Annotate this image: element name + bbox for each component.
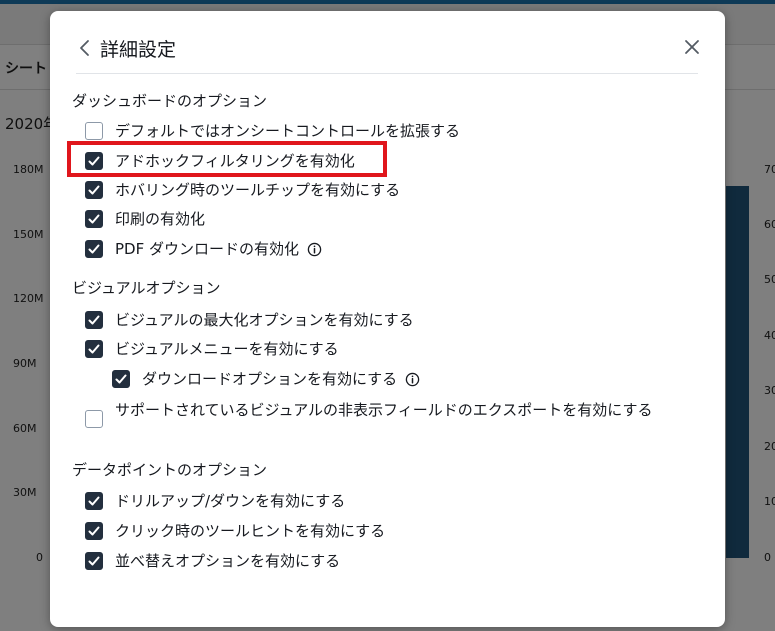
left-axis-tick: 150M <box>13 228 44 241</box>
option-enable-drill-up-down[interactable]: ドリルアップ/ダウンを有効にする <box>85 491 345 513</box>
option-enable-sort-options[interactable]: 並べ替えオプションを有効にする <box>85 551 340 573</box>
check-icon <box>88 185 100 195</box>
check-icon <box>88 244 100 254</box>
option-enable-hidden-field-export[interactable]: サポートされているビジュアルの非表示フィールドのエクスポートを有効にする <box>85 399 675 445</box>
right-axis-tick: 40 <box>764 329 775 342</box>
checkbox[interactable] <box>85 552 103 570</box>
right-axis-tick: 50 <box>764 273 775 286</box>
option-enable-visual-maximize[interactable]: ビジュアルの最大化オプションを有効にする <box>85 310 414 332</box>
chevron-left-icon <box>80 40 89 56</box>
option-label: 並べ替えオプションを有効にする <box>115 552 341 570</box>
option-label: 印刷の有効化 <box>115 210 206 228</box>
back-button[interactable] <box>76 35 96 61</box>
left-axis-tick: 30M <box>13 486 37 499</box>
option-label: アドホックフィルタリングを有効化 <box>115 152 355 170</box>
close-icon <box>685 40 699 54</box>
option-label: ダウンロードオプションを有効にする <box>142 370 398 388</box>
sheet-tab-label: シート <box>5 61 47 77</box>
close-button[interactable] <box>682 37 702 57</box>
left-axis-tick: 60M <box>13 422 37 435</box>
checkbox[interactable] <box>85 181 103 199</box>
checkbox[interactable] <box>85 210 103 228</box>
option-label: クリック時のツールヒントを有効にする <box>115 522 386 540</box>
right-axis-tick: 60 <box>764 218 775 231</box>
option-enable-hover-tooltips[interactable]: ホバリング時のツールチップを有効にする <box>85 180 400 202</box>
check-icon <box>88 556 100 566</box>
option-expand-on-sheet-controls[interactable]: デフォルトではオンシートコントロールを拡張する <box>85 121 460 143</box>
option-label: サポートされているビジュアルの非表示フィールドのエクスポートを有効にする <box>115 401 653 419</box>
left-axis-tick: 90M <box>13 357 37 370</box>
option-enable-click-tooltips[interactable]: クリック時のツールヒントを有効にする <box>85 521 385 543</box>
check-icon <box>88 526 100 536</box>
option-label: ドリルアップ/ダウンを有効にする <box>115 492 346 510</box>
option-label: デフォルトではオンシートコントロールを拡張する <box>115 122 461 140</box>
option-enable-pdf-download[interactable]: PDF ダウンロードの有効化 <box>85 239 322 261</box>
right-axis-tick: 70 <box>764 163 775 176</box>
option-label: ビジュアルメニューを有効にする <box>115 340 339 358</box>
checkbox[interactable] <box>85 340 103 358</box>
checkbox[interactable] <box>85 522 103 540</box>
info-icon[interactable] <box>307 242 322 257</box>
option-label: ビジュアルの最大化オプションを有効にする <box>115 311 414 329</box>
option-enable-adhoc-filtering[interactable]: アドホックフィルタリングを有効化 <box>85 151 355 173</box>
checkbox[interactable] <box>112 370 130 388</box>
check-icon <box>88 344 100 354</box>
section-title-visual-options: ビジュアルオプション <box>72 279 221 297</box>
right-axis-tick: 30 <box>764 384 775 397</box>
checkbox[interactable] <box>85 410 103 428</box>
checkbox[interactable] <box>85 240 103 258</box>
option-enable-visual-menu[interactable]: ビジュアルメニューを有効にする <box>85 339 339 361</box>
checkbox[interactable] <box>85 122 103 140</box>
right-axis-tick: 20 <box>764 440 775 453</box>
right-axis-tick: 10 <box>764 495 775 508</box>
checkbox[interactable] <box>85 152 103 170</box>
check-icon <box>88 496 100 506</box>
checkbox[interactable] <box>85 311 103 329</box>
option-enable-download-options[interactable]: ダウンロードオプションを有効にする <box>112 369 420 391</box>
info-icon[interactable] <box>405 372 420 387</box>
check-icon <box>88 315 100 325</box>
section-title-dashboard-options: ダッシュボードのオプション <box>72 92 268 110</box>
chart-bar <box>726 186 749 558</box>
check-icon <box>115 374 127 384</box>
left-axis-tick: 0 <box>36 551 43 564</box>
dialog-header: 詳細設定 <box>76 33 699 74</box>
checkbox[interactable] <box>85 492 103 510</box>
advanced-settings-dialog: 詳細設定 ダッシュボードのオプション デフォルトではオンシートコントロールを拡張… <box>50 11 725 627</box>
option-label: PDF ダウンロードの有効化 <box>115 240 299 258</box>
section-title-data-point-options: データポイントのオプション <box>72 461 268 479</box>
option-enable-printing[interactable]: 印刷の有効化 <box>85 209 205 231</box>
dialog-title: 詳細設定 <box>100 39 177 61</box>
left-axis-tick: 120M <box>13 292 44 305</box>
check-icon <box>88 156 100 166</box>
check-icon <box>88 214 100 224</box>
option-label: ホバリング時のツールチップを有効にする <box>115 181 401 199</box>
right-axis-tick: 0 <box>764 551 771 564</box>
left-axis-tick: 180M <box>13 163 44 176</box>
